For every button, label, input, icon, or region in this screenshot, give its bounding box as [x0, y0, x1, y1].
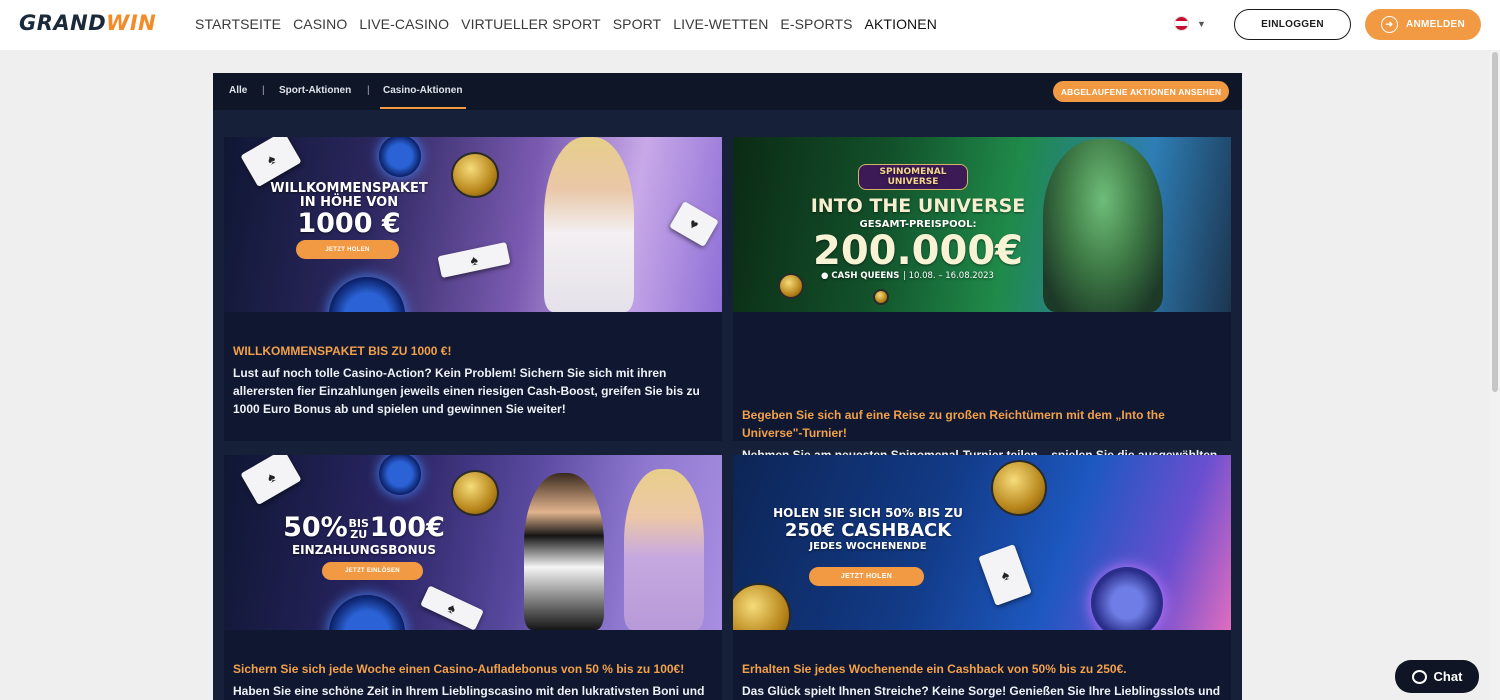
language-selector[interactable]: ▼: [1174, 16, 1206, 31]
promo-banner-reload[interactable]: ♠ ♠ 50%BIS ZU100€ EINZAHLUNGSBONUS JETZT…: [224, 455, 722, 630]
promo-banner-welcome[interactable]: ♠ ♥ ♠ WILLKOMMENSPAKET IN HÖHE VON 1000 …: [224, 137, 722, 312]
casino-chip-icon: [379, 137, 421, 177]
promo-card-reload[interactable]: ♠ ♠ 50%BIS ZU100€ EINZAHLUNGSBONUS JETZT…: [224, 455, 722, 700]
scrollbar-thumb[interactable]: [1492, 52, 1498, 392]
banner-percent: 50%BIS ZU100€: [283, 512, 445, 543]
gold-coin-icon: [991, 460, 1047, 516]
banner-game-name: ● CASH QUEENS: [821, 271, 900, 281]
banner-cta-button[interactable]: JETZT HOLEN: [809, 567, 924, 586]
playing-card-icon: ♠: [978, 544, 1032, 606]
promo-title[interactable]: Begeben Sie sich auf eine Reise zu große…: [742, 406, 1222, 442]
banner-headline: HOLEN SIE SICH 50% BIS ZU: [773, 506, 963, 520]
register-button[interactable]: ➜ ANMELDEN: [1365, 9, 1481, 40]
promotions-panel: Alle | Sport-Aktionen | Casino-Aktionen …: [213, 73, 1242, 700]
banner-amount: 200.000€: [812, 228, 1024, 274]
banner-amount: 250€ CASHBACK: [784, 520, 952, 541]
casino-chip-icon: [329, 595, 405, 630]
arrow-right-icon: ➜: [1380, 16, 1398, 33]
chat-label: Chat: [1433, 669, 1463, 684]
tab-alle[interactable]: Alle: [229, 85, 247, 96]
hostess-image: [544, 137, 634, 312]
nav-sport[interactable]: SPORT: [613, 16, 661, 32]
gold-coin-icon: [451, 152, 499, 198]
playing-card-icon: ♠: [420, 585, 484, 630]
promo-banner-universe[interactable]: SPINOMENAL UNIVERSE INTO THE UNIVERSE GE…: [733, 137, 1231, 312]
promo-card-welcome[interactable]: ♠ ♥ ♠ WILLKOMMENSPAKET IN HÖHE VON 1000 …: [224, 137, 722, 441]
banner-cta-button[interactable]: JETZT EINLÖSEN: [322, 562, 423, 580]
promo-description: Das Glück spielt Ihnen Streiche? Keine S…: [742, 684, 1221, 698]
chevron-down-icon: ▼: [1197, 18, 1206, 29]
promo-description: Haben Sie eine schöne Zeit in Ihrem Lieb…: [233, 684, 705, 698]
tab-sport-aktionen[interactable]: Sport-Aktionen: [279, 85, 351, 96]
nav-startseite[interactable]: STARTSEITE: [195, 16, 281, 32]
register-label: ANMELDEN: [1405, 19, 1466, 30]
gold-coin-icon: [778, 273, 804, 299]
banner-amount: 1000 €: [297, 208, 401, 239]
nav-live-casino[interactable]: LIVE-CASINO: [359, 16, 449, 32]
nav-live-wetten[interactable]: LIVE-WETTEN: [673, 16, 768, 32]
chat-bubble-icon: [1411, 669, 1427, 684]
spinomenal-brand-logo: SPINOMENAL UNIVERSE: [858, 164, 968, 190]
austria-flag-icon: [1174, 16, 1189, 31]
playing-card-icon: ♥: [669, 201, 719, 247]
banner-subline: JEDES WOCHENENDE: [809, 541, 927, 552]
expired-promotions-button[interactable]: ABGELAUFENE AKTIONEN ANSEHEN: [1053, 81, 1229, 102]
grandwin-logo[interactable]: GRANDWIN: [19, 11, 156, 35]
promo-title[interactable]: WILLKOMMENSPAKET BIS ZU 1000 €!: [233, 342, 713, 360]
nav-aktionen[interactable]: AKTIONEN: [865, 16, 937, 32]
casino-chip-icon: [379, 455, 421, 495]
nav-e-sports[interactable]: E-SPORTS: [780, 16, 852, 32]
gold-coin-icon: [873, 289, 889, 305]
gold-coin-icon: [733, 583, 791, 630]
promo-tabbar: Alle | Sport-Aktionen | Casino-Aktionen …: [213, 73, 1242, 110]
banner-headline: INTO THE UNIVERSE: [810, 195, 1026, 217]
casino-chip-icon: [329, 277, 405, 312]
login-button[interactable]: EINLOGGEN: [1234, 9, 1351, 40]
playing-card-icon: ♠: [240, 137, 302, 188]
banner-dates: | 10.08. – 16.08.2023: [903, 271, 994, 281]
promo-title[interactable]: Erhalten Sie jedes Wochenende ein Cashba…: [742, 660, 1222, 678]
banner-subline: EINZAHLUNGSBONUS: [291, 543, 436, 557]
top-header: GRANDWIN STARTSEITE CASINO LIVE-CASINO V…: [0, 0, 1500, 50]
banner-cta-button[interactable]: JETZT HOLEN: [296, 240, 399, 259]
tab-separator: |: [262, 85, 265, 96]
tab-casino-aktionen[interactable]: Casino-Aktionen: [383, 85, 462, 96]
promo-card-universe[interactable]: SPINOMENAL UNIVERSE INTO THE UNIVERSE GE…: [733, 137, 1231, 480]
banner-headline: WILLKOMMENSPAKET: [270, 181, 428, 196]
dealer-woman-image: [624, 469, 704, 630]
promo-card-cashback[interactable]: ♠ HOLEN SIE SICH 50% BIS ZU 250€ CASHBAC…: [733, 455, 1231, 700]
nav-virtueller-sport[interactable]: VIRTUELLER SPORT: [461, 16, 601, 32]
gold-coin-icon: [451, 470, 499, 516]
fantasy-warrior-image: [1043, 139, 1163, 312]
playing-card-icon: ♠: [240, 455, 302, 506]
promo-description: Lust auf noch tolle Casino-Action? Kein …: [233, 366, 700, 416]
promo-title[interactable]: Sichern Sie sich jede Woche einen Casino…: [233, 660, 713, 678]
chat-button[interactable]: Chat: [1395, 660, 1479, 693]
playing-card-icon: ♠: [437, 241, 511, 279]
active-tab-indicator: [380, 107, 466, 109]
casino-chip-icon: [1091, 567, 1163, 630]
dealer-man-image: [524, 473, 604, 630]
main-nav: STARTSEITE CASINO LIVE-CASINO VIRTUELLER…: [195, 16, 949, 32]
tab-separator: |: [367, 85, 370, 96]
nav-casino[interactable]: CASINO: [293, 16, 347, 32]
promo-banner-cashback[interactable]: ♠ HOLEN SIE SICH 50% BIS ZU 250€ CASHBAC…: [733, 455, 1231, 630]
